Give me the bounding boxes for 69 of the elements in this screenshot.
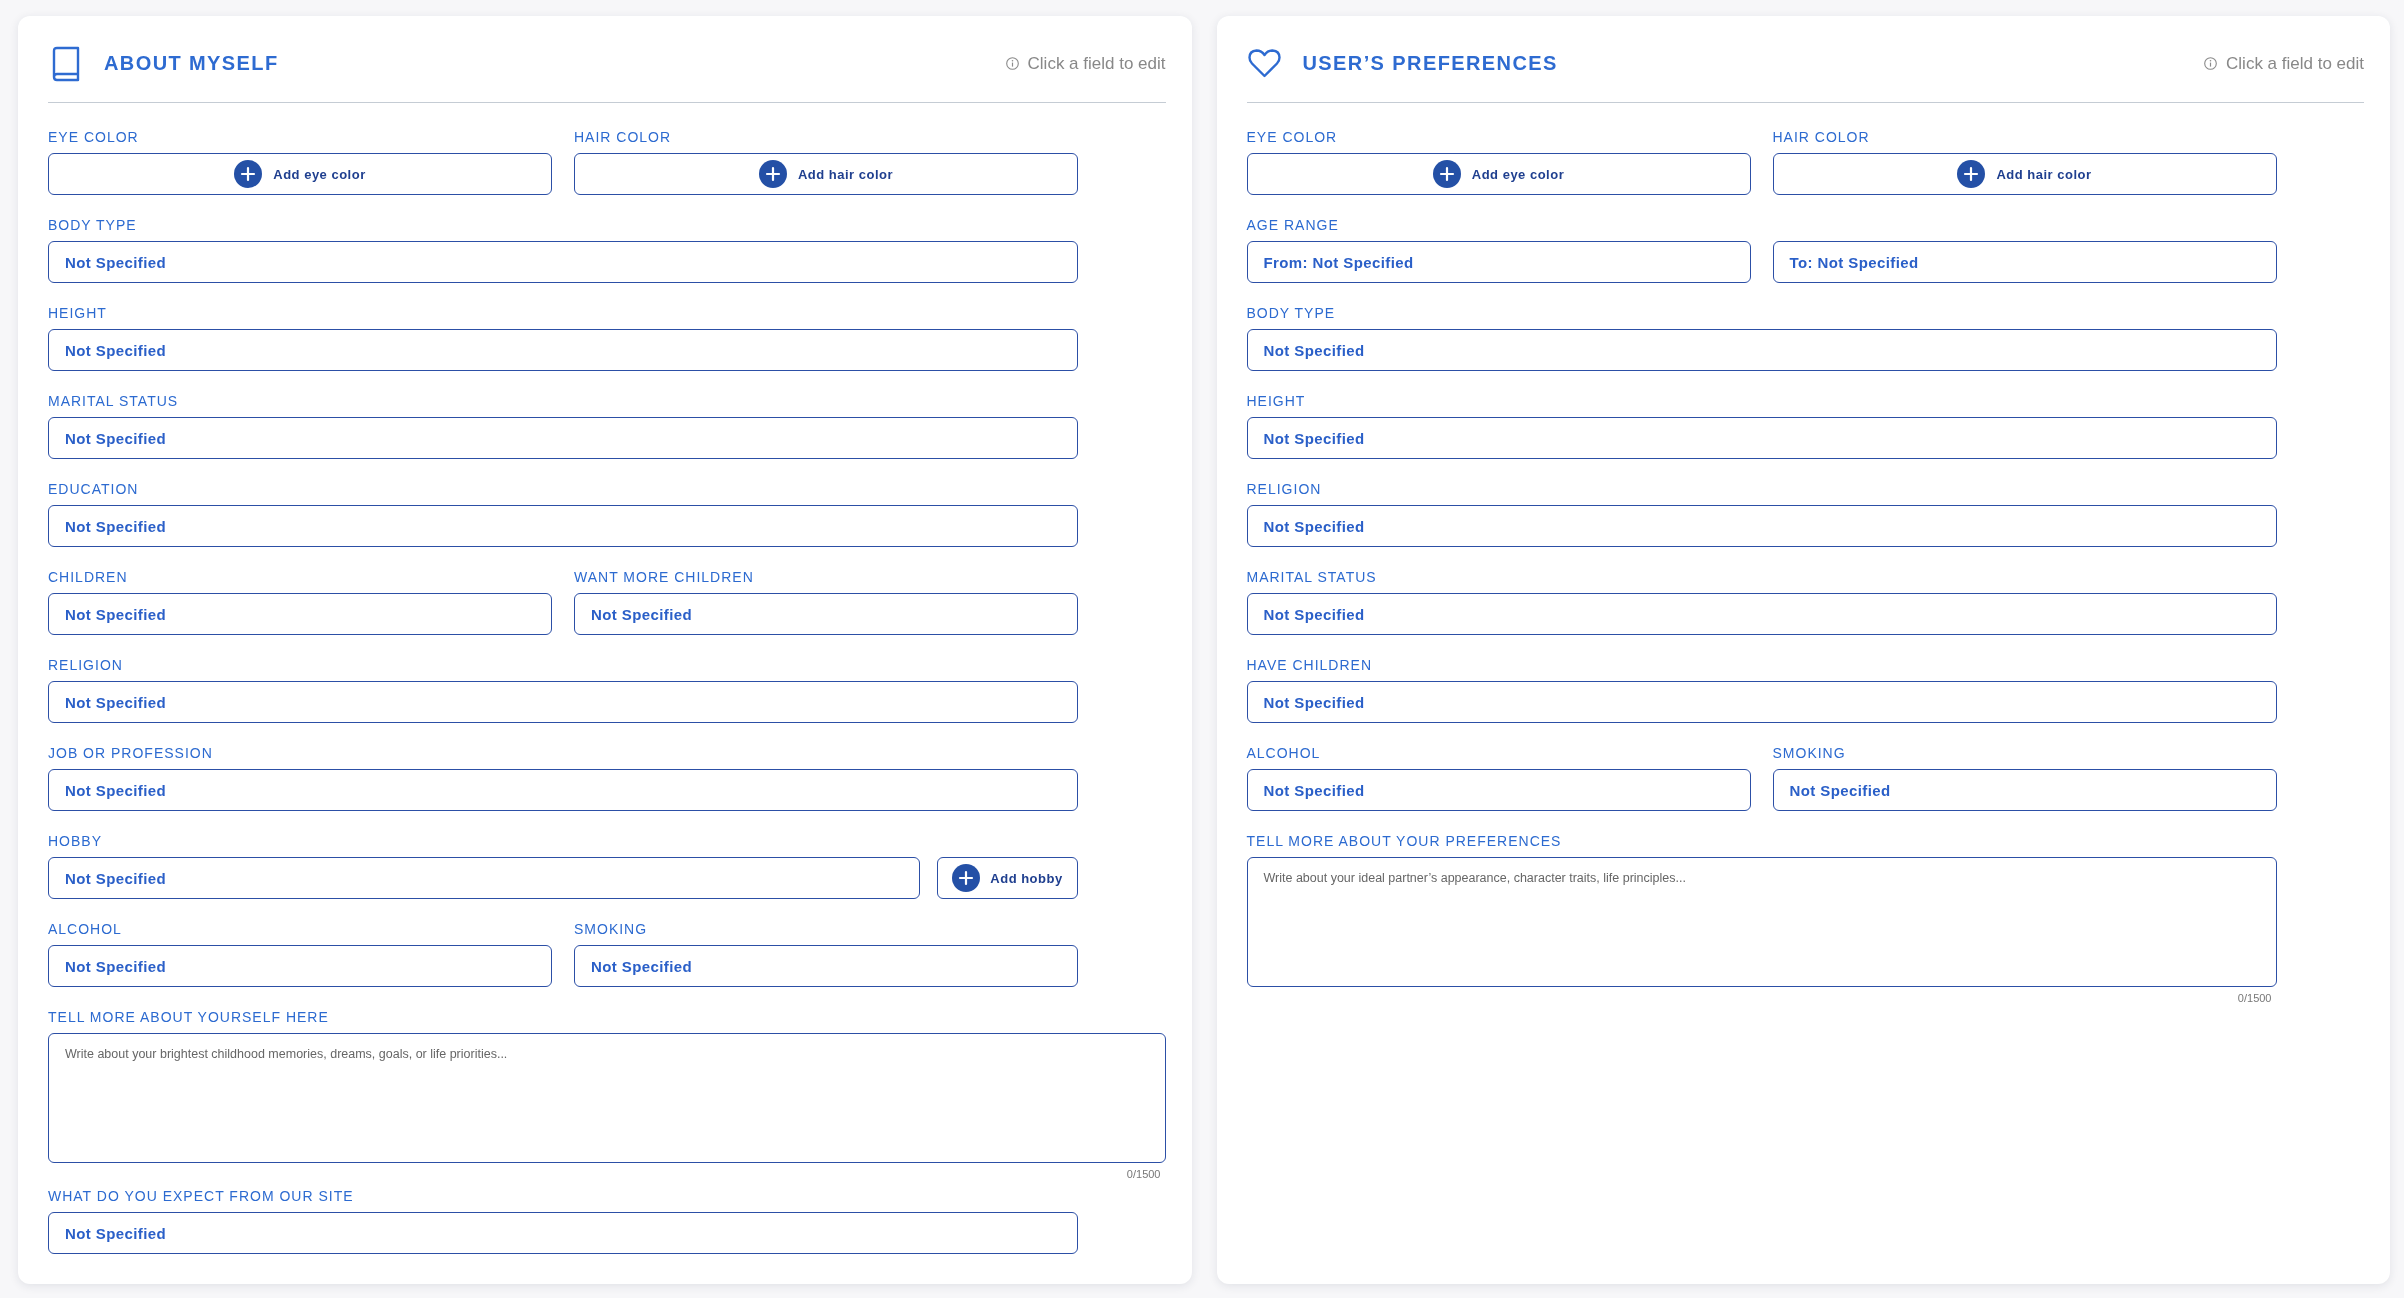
select-field[interactable]: Not Specified bbox=[1246, 681, 2277, 723]
select-field[interactable]: Not Specified bbox=[1772, 769, 2277, 811]
text-area[interactable]: Write about your ideal partner’s appearance, character traits, life principles... bbox=[1246, 857, 2277, 987]
field-label: EYE COLOR bbox=[48, 129, 140, 146]
field-label: TELL MORE ABOUT YOURSELF HERE bbox=[48, 1009, 330, 1026]
select-field[interactable]: Not Specified bbox=[48, 329, 1078, 371]
plus-icon bbox=[952, 864, 981, 892]
select-field[interactable]: Not Specified bbox=[574, 945, 1078, 987]
panel-title: ABOUT MYSELF bbox=[104, 52, 279, 75]
field-label: HAIR COLOR bbox=[1772, 129, 1871, 146]
info-icon bbox=[1005, 57, 1019, 70]
select-field[interactable]: To: Not Specified bbox=[1772, 241, 2277, 283]
select-field[interactable]: Not Specified bbox=[48, 769, 1078, 811]
field-label: EYE COLOR bbox=[1246, 129, 1339, 146]
character-counter: 0/1500 bbox=[2237, 991, 2272, 1005]
plus-icon bbox=[758, 160, 787, 188]
field-label: RELIGION bbox=[48, 657, 124, 674]
field-label: TELL MORE ABOUT YOUR PREFERENCES bbox=[1246, 833, 1563, 850]
select-field[interactable]: Not Specified bbox=[48, 241, 1078, 283]
select-field[interactable]: Not Specified bbox=[48, 681, 1078, 723]
select-field[interactable]: Not Specified bbox=[1246, 329, 2277, 371]
select-field[interactable]: Not Specified bbox=[1246, 505, 2277, 547]
field-label: BODY TYPE bbox=[48, 217, 138, 234]
add-button[interactable]: Add eye color bbox=[48, 153, 552, 195]
field-label: HAIR COLOR bbox=[574, 129, 673, 146]
field-label: HEIGHT bbox=[1246, 393, 1307, 410]
info-icon bbox=[2204, 57, 2218, 70]
field-label: AGE RANGE bbox=[1246, 217, 1340, 234]
field-label: SMOKING bbox=[574, 921, 649, 938]
field-label: CHILDREN bbox=[48, 569, 129, 586]
field-label: SMOKING bbox=[1772, 745, 1847, 762]
heart-icon bbox=[1248, 49, 1281, 78]
field-label: JOB OR PROFESSION bbox=[48, 745, 214, 762]
field-label: MARITAL STATUS bbox=[1246, 569, 1378, 586]
field-label: WANT MORE CHILDREN bbox=[574, 569, 755, 586]
add-button[interactable]: Add hobby bbox=[937, 857, 1078, 899]
select-field[interactable]: Not Specified bbox=[48, 505, 1078, 547]
select-field[interactable]: Not Specified bbox=[574, 593, 1078, 635]
field-label: ALCOHOL bbox=[1246, 745, 1322, 762]
plus-icon bbox=[1957, 160, 1986, 188]
add-button[interactable]: Add eye color bbox=[1246, 153, 1751, 195]
field-label: ALCOHOL bbox=[48, 921, 123, 938]
field-label: HAVE CHILDREN bbox=[1246, 657, 1374, 674]
field-label: MARITAL STATUS bbox=[48, 393, 180, 410]
add-button[interactable]: Add hair color bbox=[574, 153, 1078, 195]
plus-icon bbox=[234, 160, 263, 188]
panel-title: USER’S PREFERENCES bbox=[1302, 52, 1558, 75]
field-label: HOBBY bbox=[48, 833, 103, 850]
plus-icon bbox=[1432, 160, 1461, 188]
field-label: HEIGHT bbox=[48, 305, 108, 322]
select-field[interactable]: Not Specified bbox=[48, 417, 1078, 459]
field-label: BODY TYPE bbox=[1246, 305, 1337, 322]
select-field[interactable]: Not Specified bbox=[48, 945, 552, 987]
select-field[interactable]: Not Specified bbox=[48, 593, 552, 635]
select-field[interactable]: Not Specified bbox=[48, 857, 920, 899]
book-icon bbox=[51, 45, 81, 82]
field-label: RELIGION bbox=[1246, 481, 1323, 498]
edit-hint: Click a field to edit bbox=[1027, 53, 1166, 74]
select-field[interactable]: Not Specified bbox=[1246, 769, 1751, 811]
select-field[interactable]: Not Specified bbox=[48, 1212, 1078, 1254]
select-field[interactable]: From: Not Specified bbox=[1246, 241, 1751, 283]
field-label: EDUCATION bbox=[48, 481, 140, 498]
text-area[interactable]: Write about your brightest childhood memories, dreams, goals, or life priorities... bbox=[48, 1033, 1166, 1163]
select-field[interactable]: Not Specified bbox=[1246, 417, 2277, 459]
edit-hint: Click a field to edit bbox=[2226, 53, 2364, 74]
field-label: WHAT DO YOU EXPECT FROM OUR SITE bbox=[48, 1188, 355, 1205]
character-counter: 0/1500 bbox=[1126, 1167, 1161, 1181]
add-button[interactable]: Add hair color bbox=[1772, 153, 2277, 195]
select-field[interactable]: Not Specified bbox=[1246, 593, 2277, 635]
